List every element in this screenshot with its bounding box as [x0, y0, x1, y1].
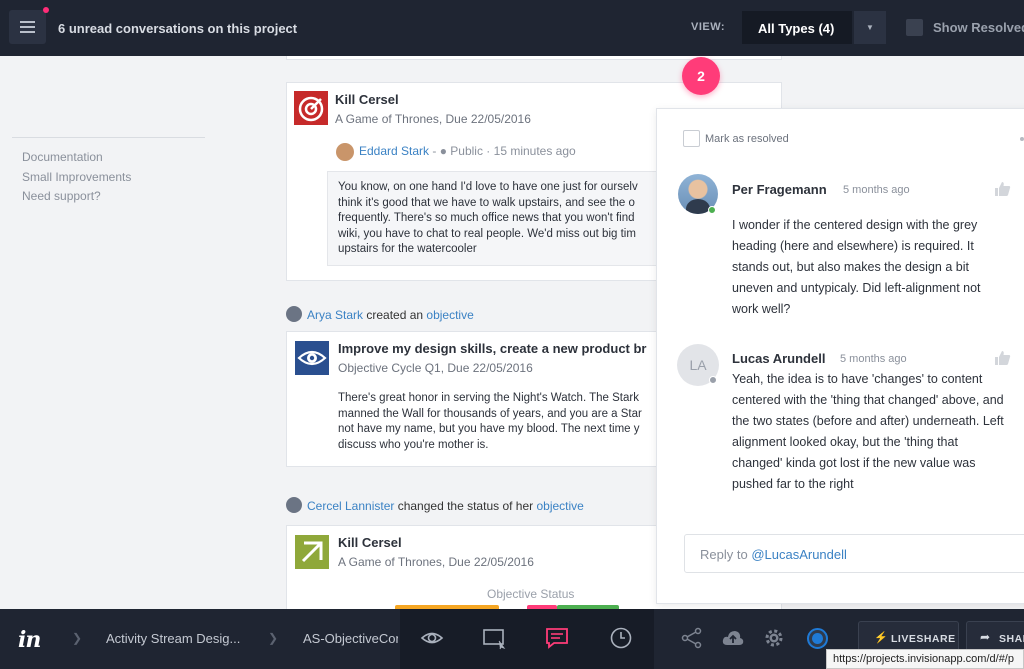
share-label: SHARE [999, 633, 1024, 645]
show-resolved-checkbox[interactable] [906, 19, 923, 36]
activity-line: Arya Stark created an objective [307, 308, 474, 322]
build-mode-icon[interactable] [482, 626, 506, 650]
activity-verb: changed the status of her [394, 499, 537, 513]
share-arrow-icon: ➦ [980, 630, 991, 644]
card-description: There's great honor in serving the Night… [338, 392, 642, 451]
eye-icon[interactable] [420, 626, 444, 650]
lightning-icon: ⚡ [874, 632, 888, 644]
offline-indicator [709, 376, 717, 384]
mark-resolved-label[interactable]: Mark as resolved [705, 133, 789, 145]
link-status-tooltip: https://projects.invisionapp.com/d/#/p [826, 649, 1024, 669]
comment-time: 5 months ago [843, 184, 910, 196]
thumbs-up-icon[interactable] [994, 350, 1011, 366]
avatar [286, 306, 302, 322]
target-icon [294, 91, 328, 125]
card-title[interactable]: Kill Cersel [338, 535, 402, 550]
type-filter-select[interactable]: All Types (4) [742, 11, 852, 44]
chevron-right-icon: ❯ [72, 631, 83, 645]
online-indicator [708, 206, 716, 214]
activity-verb: created an [363, 308, 427, 322]
card-title[interactable]: Improve my design skills, create a new p… [338, 341, 647, 356]
activity-line: Cercel Lannister changed the status of h… [307, 499, 584, 513]
thumbs-up-icon[interactable] [994, 181, 1011, 197]
top-bar: 6 unread conversations on this project V… [0, 0, 1024, 56]
cloud-upload-icon[interactable] [721, 626, 745, 650]
avatar [286, 497, 302, 513]
comment-text: You know, on one hand I'd love to have o… [338, 181, 638, 255]
actor-link[interactable]: Arya Stark [307, 308, 363, 322]
comment-author[interactable]: Lucas Arundell [732, 351, 825, 366]
chevron-right-icon: ❯ [268, 631, 279, 645]
card-subtitle: Objective Cycle Q1, Due 22/05/2016 [338, 361, 533, 375]
more-options-icon[interactable] [1020, 137, 1024, 141]
card-subtitle: A Game of Thrones, Due 22/05/2016 [338, 555, 534, 569]
chevron-down-icon[interactable]: ▼ [854, 11, 886, 44]
comment-author-link[interactable]: Eddard Stark [359, 144, 429, 158]
comment-time: 5 months ago [840, 353, 907, 365]
menu-button[interactable] [9, 10, 46, 44]
eye-icon [295, 341, 329, 375]
breadcrumb-screen[interactable]: AS-ObjectiveCon [303, 631, 398, 646]
view-label: VIEW: [691, 21, 726, 33]
arrow-icon [295, 535, 329, 569]
liveshare-label: LIVESHARE [891, 633, 956, 645]
gear-icon[interactable] [762, 626, 786, 650]
unread-count-text[interactable]: 6 unread conversations on this project [58, 21, 297, 36]
notification-dot [43, 7, 49, 13]
breadcrumb-project[interactable]: Activity Stream Desig... [106, 631, 246, 646]
history-icon[interactable] [609, 626, 633, 650]
comment-visibility-time: - ● Public · 15 minutes ago [429, 144, 576, 158]
status-label: Objective Status [487, 587, 575, 601]
reply-handle: @LucasArundell [751, 547, 847, 562]
avatar [336, 143, 354, 161]
comment-text: Yeah, the idea is to have 'changes' to c… [732, 372, 1004, 491]
card-subtitle: A Game of Thrones, Due 22/05/2016 [335, 112, 531, 126]
mark-resolved-checkbox[interactable] [683, 130, 700, 147]
actor-link[interactable]: Cercel Lannister [307, 499, 394, 513]
object-link[interactable]: objective [536, 499, 583, 513]
comment-author[interactable]: Per Fragemann [732, 182, 827, 197]
user-avatar-inner [812, 633, 823, 644]
object-link[interactable]: objective [426, 308, 473, 322]
reply-placeholder: Reply to @LucasArundell [700, 547, 847, 562]
comment-meta: Eddard Stark - ● Public · 15 minutes ago [359, 144, 576, 158]
reply-prefix: Reply to [700, 547, 752, 562]
comment-icon[interactable] [545, 626, 569, 650]
comment-text: I wonder if the centered design with the… [732, 218, 981, 316]
share-nodes-icon[interactable] [680, 626, 704, 650]
card-title[interactable]: Kill Cersel [335, 92, 399, 107]
invision-logo[interactable]: in [18, 627, 41, 653]
comment-pin[interactable]: 2 [682, 57, 720, 95]
show-resolved-label[interactable]: Show Resolved [933, 20, 1024, 35]
